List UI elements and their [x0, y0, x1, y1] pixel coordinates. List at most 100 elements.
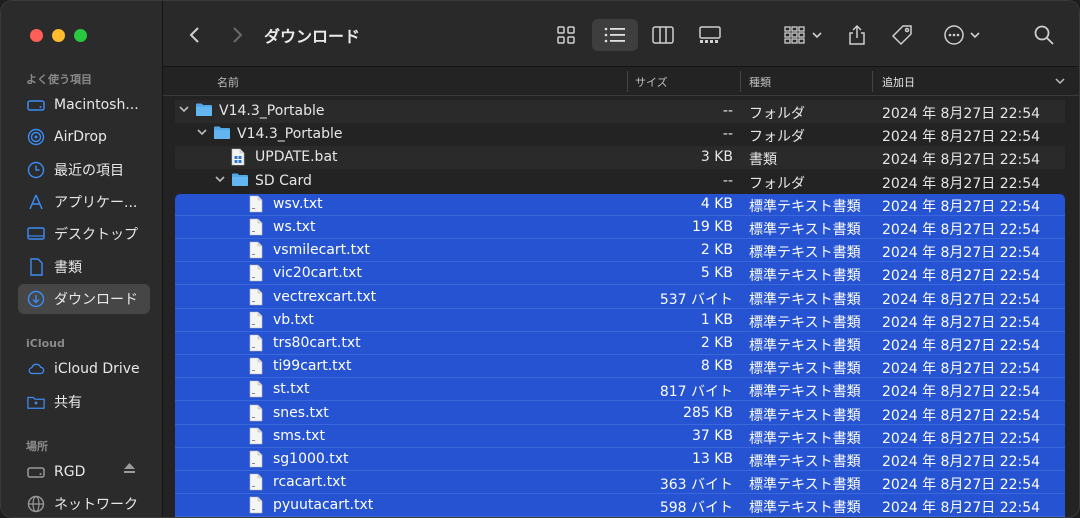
file-kind: フォルダ [749, 129, 805, 146]
group-icon [784, 26, 805, 44]
download-icon [27, 290, 45, 308]
file-row[interactable]: UPDATE.bat 3 KB 書類 2024 年 8月27日 22:54 [175, 146, 1065, 170]
batch-file-icon [231, 148, 245, 170]
file-name: ti99cart.txt [273, 358, 352, 375]
share-button[interactable] [843, 19, 871, 51]
file-name: vectrexcart.txt [273, 288, 377, 305]
sidebar-item-applications[interactable]: アプリケー... [18, 187, 150, 217]
file-date-added: 2024 年 8月27日 22:54 [882, 291, 1041, 308]
sidebar-section-icloud: iCloud [26, 337, 65, 350]
sidebar-item-label: 共有 [54, 395, 82, 411]
sidebar-item-recents[interactable]: 最近の項目 [18, 155, 150, 185]
file-row[interactable]: vb.txt 1 KB 標準テキスト書類 2024 年 8月27日 22:54 [175, 309, 1065, 332]
sidebar-item-label: iCloud Drive [54, 361, 140, 377]
sidebar-item-airdrop[interactable]: AirDrop [18, 122, 150, 152]
icon-view-button[interactable] [550, 19, 582, 51]
column-header-size[interactable]: サイズ [635, 74, 668, 90]
forward-button[interactable] [223, 19, 251, 51]
sidebar-item-documents[interactable]: 書類 [18, 252, 150, 282]
close-window-button[interactable] [30, 29, 43, 42]
folder-row[interactable]: V14.3_Portable -- フォルダ 2024 年 8月27日 22:54 [175, 123, 1065, 146]
file-kind: 標準テキスト書類 [749, 407, 861, 424]
network-icon [27, 495, 45, 513]
file-kind: 標準テキスト書類 [749, 198, 861, 215]
file-row[interactable]: rcacart.txt 363 バイト 標準テキスト書類 2024 年 8月27日 2… [175, 471, 1065, 495]
file-row[interactable]: vic20cart.txt 5 KB 標準テキスト書類 2024 年 8月27日 22… [175, 262, 1065, 286]
sidebar-item-icloud-drive[interactable]: iCloud Drive [18, 354, 150, 384]
disclosure-chevron-icon[interactable] [215, 173, 225, 186]
file-row[interactable]: sg1000.txt 13 KB 標準テキスト書類 2024 年 8月27日 22:5… [175, 448, 1065, 471]
row-separator [175, 516, 1065, 517]
file-date-added: 2024 年 8月27日 22:54 [882, 129, 1041, 146]
column-header-kind[interactable]: 種類 [749, 74, 771, 90]
file-kind: 標準テキスト書類 [749, 361, 861, 378]
disclosure-chevron-icon[interactable] [179, 103, 189, 116]
toolbar: ダウンロード [163, 1, 1079, 67]
file-size: 2 KB [700, 335, 733, 351]
sidebar-item-desktop[interactable]: デスクトップ [18, 219, 150, 249]
file-row[interactable]: trs80cart.txt 2 KB 標準テキスト書類 2024 年 8月27日 22… [175, 332, 1065, 355]
minimize-window-button[interactable] [52, 29, 65, 42]
file-date-added: 2024 年 8月27日 22:54 [882, 314, 1041, 331]
disclosure-chevron-icon[interactable] [197, 126, 207, 139]
gallery-icon [699, 26, 721, 43]
file-size: 598 バイト [659, 500, 733, 517]
file-name: vic20cart.txt [273, 265, 362, 282]
text-file-icon [249, 357, 263, 379]
folder-row[interactable]: V14.3_Portable -- フォルダ 2024 年 8月27日 22:54 [175, 100, 1065, 123]
text-file-icon [249, 195, 263, 217]
file-name: SD Card [255, 172, 312, 189]
sidebar-item-macintosh-hd[interactable]: Macintosh... [18, 90, 150, 120]
action-menu-button[interactable] [938, 19, 984, 51]
chevron-down-icon [969, 32, 980, 39]
file-row[interactable]: sms.txt 37 KB 標準テキスト書類 2024 年 8月27日 22:54 [175, 425, 1065, 448]
file-size: 5 KB [700, 265, 733, 282]
chevron-down-icon [812, 32, 822, 39]
column-header-name[interactable]: 名前 [217, 74, 239, 90]
file-name: snes.txt [273, 404, 329, 421]
gallery-view-button[interactable] [693, 19, 727, 51]
sidebar-item-label: Macintosh... [54, 97, 139, 113]
sidebar-section-places: 場所 [26, 440, 48, 453]
text-file-icon [249, 473, 263, 495]
zoom-window-button[interactable] [74, 29, 87, 42]
file-row[interactable]: ws.txt 19 KB 標準テキスト書類 2024 年 8月27日 22:54 [175, 216, 1065, 239]
tags-button[interactable] [887, 19, 917, 51]
column-header-date-added[interactable]: 追加日 [882, 74, 915, 90]
tag-icon [891, 25, 912, 46]
sidebar-item-network[interactable]: ネットワーク [18, 489, 150, 517]
column-view-button[interactable] [647, 19, 679, 51]
text-file-icon [249, 404, 263, 426]
file-kind: 標準テキスト書類 [749, 338, 861, 354]
text-file-icon [249, 288, 263, 310]
search-button[interactable] [1029, 19, 1059, 51]
hard-drive-icon [27, 96, 45, 114]
window-title: ダウンロード [264, 27, 361, 46]
text-file-icon [249, 334, 263, 356]
folder-row[interactable]: SD Card -- フォルダ 2024 年 8月27日 22:54 [175, 170, 1065, 193]
file-date-added: 2024 年 8月27日 22:54 [882, 454, 1041, 470]
file-row[interactable]: wsv.txt 4 KB 標準テキスト書類 2024 年 8月27日 22:54 [175, 193, 1065, 216]
back-button[interactable] [181, 19, 209, 51]
file-row[interactable]: ti99cart.txt 8 KB 標準テキスト書類 2024 年 8月27日 22:… [175, 355, 1065, 379]
finder-window: よく使う項目 Macintosh... AirDrop 最近の項目 アプリケー.… [0, 0, 1080, 518]
sort-chevron-icon[interactable] [1055, 75, 1065, 88]
sidebar-item-shared[interactable]: 共有 [18, 387, 150, 417]
list-view-button[interactable] [592, 19, 638, 51]
file-size: 37 KB [691, 427, 733, 444]
file-row[interactable]: snes.txt 285 KB 標準テキスト書類 2024 年 8月27日 22:54 [175, 402, 1065, 425]
file-name: st.txt [273, 381, 310, 398]
sidebar-section-favorites: よく使う項目 [26, 73, 92, 86]
desktop-icon [27, 225, 45, 243]
file-row[interactable]: pyuutacart.txt 598 バイト 標準テキスト書類 2024 年 8月27… [175, 494, 1065, 517]
file-row[interactable]: st.txt 817 バイト 標準テキスト書類 2024 年 8月27日 22:54 [175, 378, 1065, 402]
file-row[interactable]: vectrexcart.txt 537 バイト 標準テキスト書類 2024 年 8月2… [175, 286, 1065, 309]
file-date-added: 2024 年 8月27日 22:54 [882, 245, 1041, 262]
eject-icon[interactable] [123, 462, 136, 477]
sidebar-item-downloads[interactable]: ダウンロード [18, 284, 150, 314]
group-by-button[interactable] [779, 19, 827, 51]
file-kind: 書類 [749, 152, 777, 169]
search-icon [1034, 25, 1054, 45]
file-name: sg1000.txt [273, 451, 349, 467]
file-row[interactable]: vsmilecart.txt 2 KB 標準テキスト書類 2024 年 8月27日 2… [175, 239, 1065, 263]
